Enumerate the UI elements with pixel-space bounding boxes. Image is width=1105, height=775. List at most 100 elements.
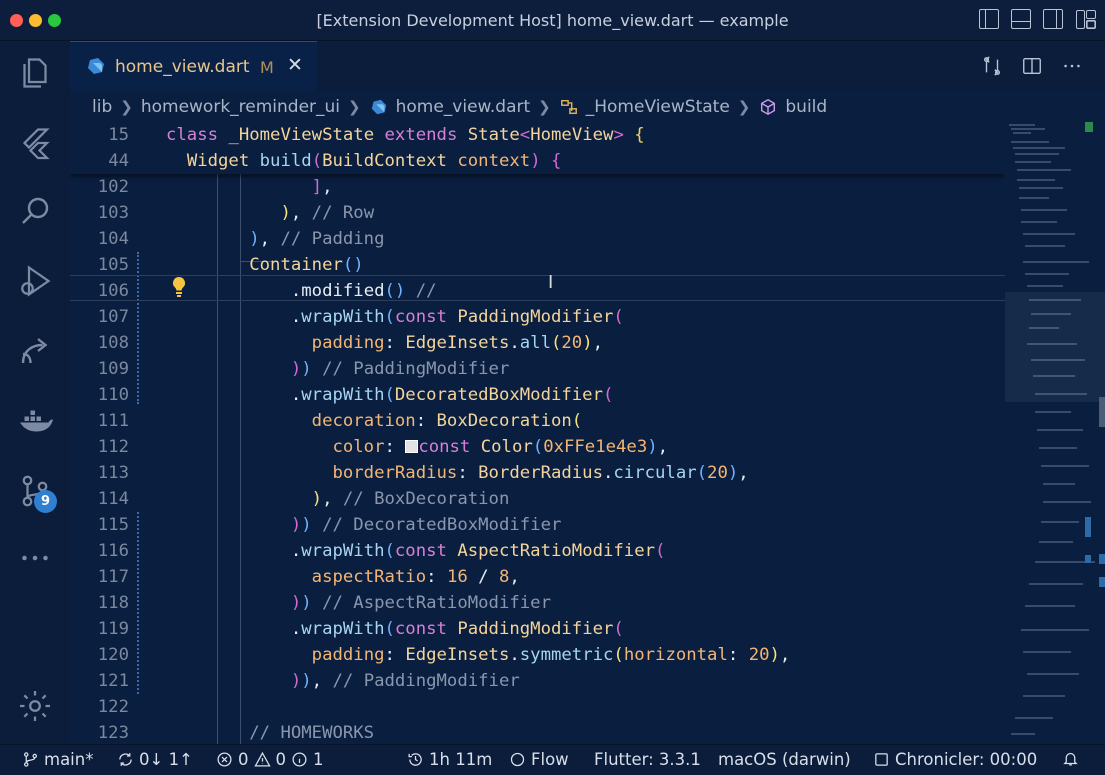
flutter-version-label: Flutter: 3.3.1: [594, 750, 701, 769]
text-cursor-icon: I: [548, 272, 554, 293]
toggle-panel-icon[interactable]: [1011, 9, 1031, 29]
more-icon[interactable]: [15, 538, 55, 578]
line-number: 44: [108, 151, 129, 171]
settings-icon[interactable]: [15, 686, 55, 726]
more-actions-icon[interactable]: [1061, 55, 1083, 77]
minimap[interactable]: [1005, 122, 1105, 744]
code-line[interactable]: 106 .modified() //: [70, 278, 1005, 304]
code-line[interactable]: 122: [70, 694, 1005, 720]
code-line[interactable]: 116 .wrapWith(const AspectRatioModifier(: [70, 538, 1005, 564]
method-symbol-icon: [761, 98, 776, 115]
square-icon: [875, 753, 888, 766]
source-control-badge: 9: [34, 490, 57, 513]
code-line[interactable]: 103 ), // Row: [70, 200, 1005, 226]
line-number: 120: [97, 645, 129, 665]
code-line[interactable]: 120 padding: EdgeInsets.symmetric(horizo…: [70, 642, 1005, 668]
code-line[interactable]: 112 color: const Color(0xFFe1e4e3),: [70, 434, 1005, 460]
code-line[interactable]: 107 .wrapWith(const PaddingModifier(: [70, 304, 1005, 330]
flutter-version-status[interactable]: Flutter: 3.3.1: [594, 750, 701, 769]
breadcrumb-item-file[interactable]: home_view.dart: [396, 97, 531, 117]
code-line[interactable]: 109 )) // PaddingModifier: [70, 356, 1005, 382]
code-line[interactable]: 105 Container(): [70, 252, 1005, 278]
line-number: 15: [108, 125, 129, 145]
code-line[interactable]: 108 padding: EdgeInsets.all(20),: [70, 330, 1005, 356]
lightbulb-icon[interactable]: [171, 276, 187, 298]
code-editor[interactable]: 15 class _HomeViewState extends State<Hom…: [70, 122, 1005, 744]
code-line[interactable]: 102 ],: [70, 174, 1005, 200]
code-line[interactable]: 104 ), // Padding: [70, 226, 1005, 252]
chronicler-label: Chronicler: 00:00: [895, 750, 1038, 769]
line-number: 108: [97, 333, 129, 353]
minimap-preview: [1005, 122, 1105, 735]
warning-icon: [253, 751, 271, 767]
class-symbol-icon: [560, 99, 577, 114]
split-editor-icon[interactable]: [1021, 55, 1043, 77]
flutter-icon[interactable]: [15, 123, 55, 163]
line-number: 117: [97, 567, 129, 587]
sync-icon: [119, 753, 132, 766]
code-line[interactable]: 119 .wrapWith(const PaddingModifier(: [70, 616, 1005, 642]
layout-controls: [979, 9, 1096, 29]
code-line[interactable]: 118 )) // AspectRatioModifier: [70, 590, 1005, 616]
line-number: 123: [97, 723, 129, 743]
code-line[interactable]: 15 class _HomeViewState extends State<Hom…: [70, 122, 1005, 148]
code-line[interactable]: 115 )) // DecoratedBoxModifier: [70, 512, 1005, 538]
problems-status[interactable]: 0 0 1: [216, 750, 324, 769]
line-number: 106: [97, 281, 129, 301]
docker-icon[interactable]: [15, 401, 55, 441]
device-label: macOS (darwin): [718, 750, 851, 769]
bell-icon: [1063, 752, 1078, 766]
info-icon: [292, 752, 307, 767]
device-status[interactable]: macOS (darwin): [718, 750, 851, 769]
line-number: 109: [97, 359, 129, 379]
code-line[interactable]: 110 .wrapWith(DecoratedBoxModifier(: [70, 382, 1005, 408]
line-number: 105: [97, 255, 129, 275]
history-icon: [408, 753, 422, 766]
flow-label: Flow: [531, 750, 569, 769]
time-tracker-label: 1h 11m: [429, 750, 493, 769]
branch-status[interactable]: main*: [22, 750, 93, 769]
explorer-icon[interactable]: [15, 53, 55, 93]
status-bar: main* 0↓ 1↑ 0 0 1 1h 11m Flow Flutter: 3…: [0, 744, 1105, 775]
error-icon: [217, 752, 232, 767]
code-line[interactable]: 111 decoration: BoxDecoration(: [70, 408, 1005, 434]
code-line[interactable]: 117 aspectRatio: 16 / 8,: [70, 564, 1005, 590]
editor-tabs: home_view.dart M ✕: [70, 41, 1105, 91]
code-line[interactable]: 44 Widget build(BuildContext context) {: [70, 148, 1005, 174]
editor-actions: [981, 55, 1083, 77]
breadcrumb: lib ❯ homework_reminder_ui ❯ home_view.d…: [70, 91, 1105, 122]
breadcrumb-item-class[interactable]: _HomeViewState: [586, 97, 730, 117]
line-number: 112: [97, 437, 129, 457]
toggle-secondary-sidebar-icon[interactable]: [1043, 9, 1063, 29]
close-tab-icon[interactable]: ✕: [287, 54, 303, 76]
run-debug-icon[interactable]: [15, 261, 55, 301]
sticky-scroll[interactable]: 15 class _HomeViewState extends State<Hom…: [70, 122, 1005, 174]
chevron-right-icon: ❯: [737, 97, 751, 116]
search-icon[interactable]: [15, 191, 55, 231]
chronicler-status[interactable]: Chronicler: 00:00: [873, 750, 1037, 769]
time-tracker-status[interactable]: 1h 11m: [407, 750, 492, 769]
line-number: 102: [97, 177, 129, 197]
line-number: 122: [97, 697, 129, 717]
line-number: 111: [97, 411, 129, 431]
branch-name: main*: [44, 750, 94, 769]
code-line[interactable]: 123 // HOMEWORKS: [70, 720, 1005, 744]
breadcrumb-item-folder[interactable]: homework_reminder_ui: [141, 97, 340, 117]
line-number: 113: [97, 463, 129, 483]
code-line[interactable]: 113 borderRadius: BorderRadius.circular(…: [70, 460, 1005, 486]
open-changes-icon[interactable]: [981, 55, 1003, 77]
title-bar: [Extension Development Host] home_view.d…: [0, 0, 1105, 41]
code-line[interactable]: 114 ), // BoxDecoration: [70, 486, 1005, 512]
breadcrumb-item-lib[interactable]: lib: [92, 97, 112, 117]
breadcrumb-item-method[interactable]: build: [785, 97, 827, 117]
tab-home-view[interactable]: home_view.dart M ✕: [70, 41, 317, 91]
sync-status[interactable]: 0↓ 1↑: [117, 750, 193, 769]
toggle-primary-sidebar-icon[interactable]: [979, 9, 999, 29]
code-line[interactable]: 121 )), // PaddingModifier: [70, 668, 1005, 694]
line-number: 121: [97, 671, 129, 691]
customize-layout-icon[interactable]: [1075, 9, 1096, 29]
live-share-icon[interactable]: [15, 331, 55, 371]
color-swatch[interactable]: [405, 440, 419, 453]
notifications-status[interactable]: [1062, 750, 1079, 767]
flow-status[interactable]: Flow: [509, 750, 569, 769]
